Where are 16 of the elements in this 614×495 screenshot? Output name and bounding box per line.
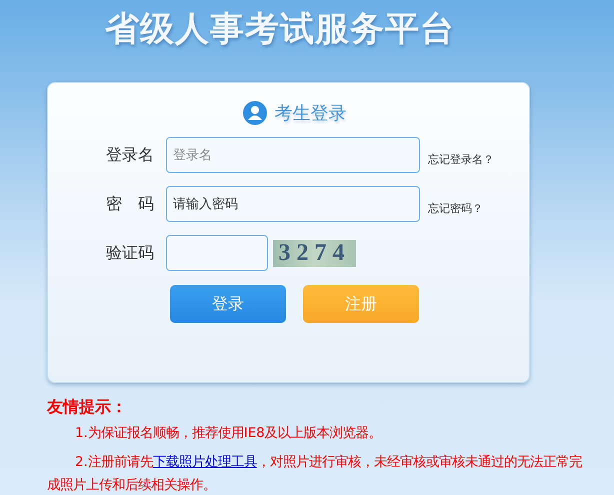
download-link[interactable]: 下载照片处理工具 — [152, 455, 257, 470]
captcha-image: 3274 — [273, 240, 356, 266]
input-field[interactable]: 登录名 — [166, 137, 420, 173]
tip-text: 2.注册前请先下载照片处理工具，对照片进行审核，未经审核或审核未通过的无法正常完成照片上传和后续相关操作。 — [47, 454, 583, 495]
tips-title: 友情提示： — [47, 397, 128, 418]
forgot-link[interactable]: 忘记登录名？ — [428, 144, 494, 166]
site-title: 省级人事考试服务平台 — [105, 8, 455, 51]
field-label: 登录名 — [106, 144, 155, 166]
input-field[interactable]: 请输入密码 — [166, 186, 420, 222]
forgot-link[interactable]: 忘记密码？ — [428, 192, 483, 216]
tip-text: 1.为保证报名顺畅，推荐使用IE8及以上版本浏览器。 — [74, 424, 383, 443]
captcha-field[interactable] — [166, 235, 268, 271]
login-heading: 考生登录 — [274, 102, 346, 125]
user-icon — [242, 101, 266, 125]
field-label: 密 码 — [106, 194, 155, 214]
field-label: 验证码 — [106, 242, 155, 264]
